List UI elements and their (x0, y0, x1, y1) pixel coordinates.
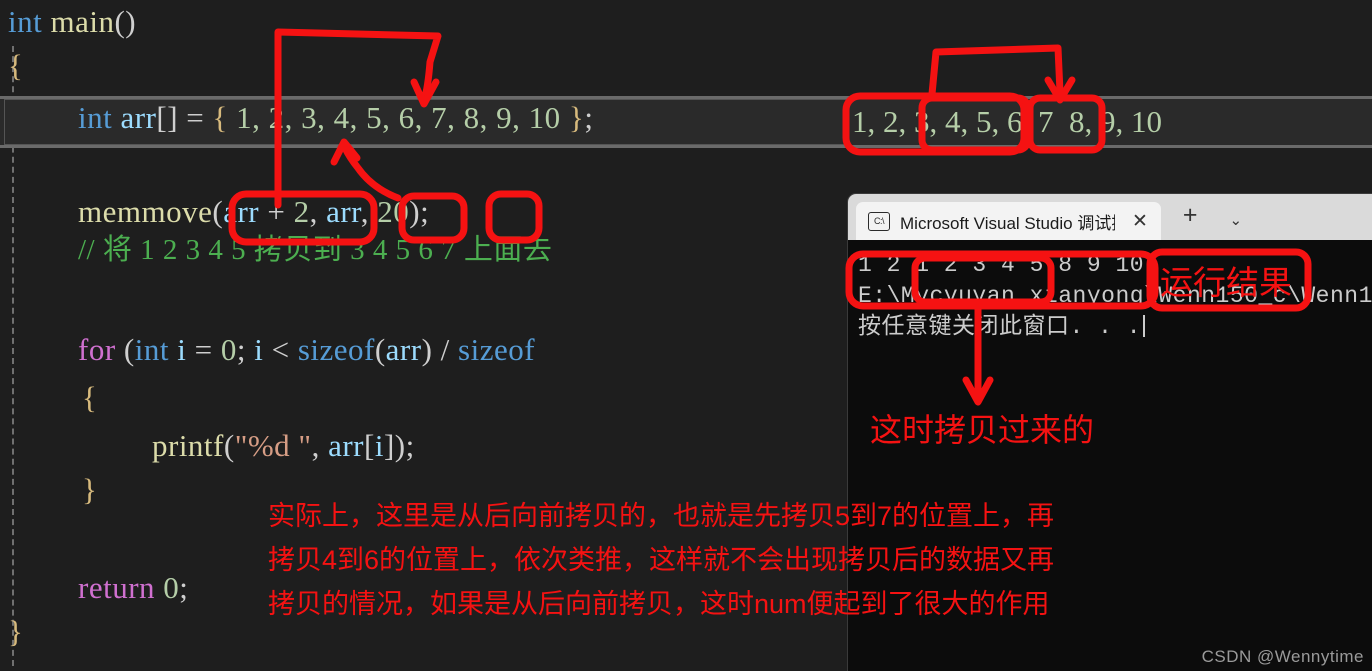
console-icon: C:\ (868, 211, 890, 231)
terminal-tab-title: Microsoft Visual Studio 调试控 (900, 213, 1115, 233)
close-icon[interactable]: ✕ (1125, 212, 1155, 231)
code-line-for[interactable]: for (int i = 0; i < sizeof(arr) / sizeof (78, 332, 535, 368)
terminal-output[interactable]: 1 2 1 2 3 4 5 8 9 10 E:\Mycyuyan_xianyon… (848, 240, 1372, 671)
code-line-for-close-brace[interactable]: } (82, 472, 97, 508)
code-line-main-signature[interactable]: int main() (8, 4, 136, 40)
terminal-output-line: E:\Mycyuyan_xianyong\Wenn150_c\Wenn15 (858, 283, 1372, 309)
watermark: CSDN @Wennytime (1201, 647, 1364, 666)
screenshot-root: int main() { int arr[] = { 1, 2, 3, 4, 5… (0, 0, 1372, 671)
terminal-tab-bar[interactable]: C:\ Microsoft Visual Studio 调试控 ✕ + ⌄ (848, 194, 1372, 240)
code-line-for-open-brace[interactable]: { (82, 380, 97, 416)
terminal-window[interactable]: C:\ Microsoft Visual Studio 调试控 ✕ + ⌄ 1 … (848, 194, 1372, 671)
terminal-caret (1143, 315, 1146, 337)
terminal-output-line: 1 2 1 2 3 4 5 8 9 10 (858, 252, 1145, 278)
chevron-down-icon[interactable]: ⌄ (1226, 213, 1247, 228)
code-line-array-decl[interactable]: int arr[] = { 1, 2, 3, 4, 5, 6, 7, 8, 9,… (78, 100, 593, 136)
code-line-open-brace[interactable]: { (8, 48, 23, 84)
terminal-prompt-text: 按任意键关闭此窗口. . . (858, 314, 1142, 340)
terminal-output-line: 按任意键关闭此窗口. . . (858, 312, 1366, 343)
new-tab-icon[interactable]: + (1179, 203, 1202, 228)
code-line-printf[interactable]: printf("%d ", arr[i]); (152, 428, 415, 464)
code-line-return[interactable]: return 0; (78, 570, 188, 606)
code-line-comment[interactable]: // 将 1 2 3 4 5 拷贝到 3 4 5 6 7 上面去 (78, 232, 552, 268)
code-line-close-brace[interactable]: } (8, 614, 23, 650)
terminal-tab[interactable]: C:\ Microsoft Visual Studio 调试控 ✕ (856, 202, 1161, 240)
array-values-overlay-text: 1, 2, 3, 4, 5, 6, 7 8, 9, 10 (852, 104, 1162, 139)
code-line-memmove[interactable]: memmove(arr + 2, arr, 20); (78, 194, 429, 230)
